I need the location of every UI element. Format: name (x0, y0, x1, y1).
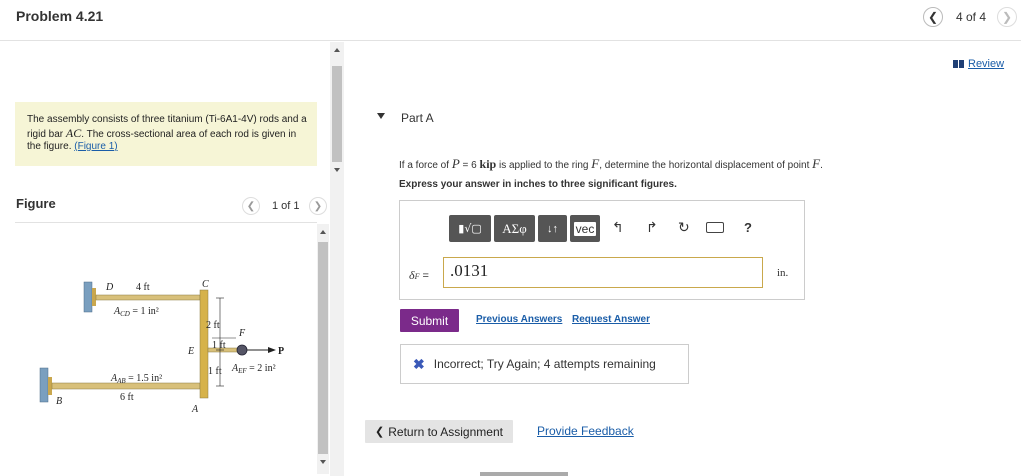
label-f: F (238, 328, 246, 339)
scroll-down-icon[interactable] (334, 168, 340, 172)
next-problem-button[interactable]: ❯ (997, 7, 1017, 27)
figure-counter: 1 of 1 (272, 200, 300, 212)
return-to-assignment-button[interactable]: ❮ Return to Assignment (365, 420, 513, 443)
label-4ft: 4 ft (136, 282, 150, 293)
problem-counter: 4 of 4 (956, 10, 987, 24)
figure-link[interactable]: (Figure 1) (74, 141, 117, 152)
bottom-scroll-indicator (480, 472, 568, 476)
rod-cd (95, 294, 201, 301)
label-1ft-a: 1 ft (212, 340, 226, 351)
chevron-right-icon: ❯ (313, 200, 323, 212)
label-1ft-b: 1 ft (208, 366, 222, 377)
feedback-message: ✖ Incorrect; Try Again; 4 attempts remai… (400, 344, 689, 384)
vector-button[interactable]: vec (570, 215, 600, 242)
bracket-d (92, 288, 96, 306)
ring-f (236, 344, 248, 356)
request-answer-link[interactable]: Request Answer (572, 314, 650, 325)
review-label: Review (968, 58, 1005, 70)
previous-answers-link[interactable]: Previous Answers (476, 314, 562, 325)
templates-button[interactable]: ▮√▢ (449, 215, 491, 242)
label-e: E (187, 346, 194, 357)
figure-scrollbar-thumb[interactable] (318, 242, 328, 454)
keyboard-icon[interactable] (706, 222, 724, 233)
label-aab: AAB = 1.5 in² (110, 373, 162, 385)
label-6ft: 6 ft (120, 392, 134, 403)
help-button[interactable]: ? (744, 220, 752, 235)
problem-description: The assembly consists of three titanium … (15, 102, 317, 166)
question-text: If a force of P = 6 kip is applied to th… (399, 156, 823, 171)
figure-prev-button[interactable]: ❮ (242, 197, 260, 215)
scroll-up-icon[interactable] (334, 48, 340, 52)
provide-feedback-link[interactable]: Provide Feedback (537, 424, 634, 438)
wall-d (83, 281, 93, 313)
bracket-b (48, 377, 52, 395)
figure-next-button[interactable]: ❯ (309, 197, 327, 215)
label-p: P (278, 346, 284, 357)
label-aef: AEF = 2 in² (231, 363, 276, 375)
chevron-left-icon: ❮ (927, 10, 939, 24)
symbols-button[interactable]: AΣφ (494, 215, 535, 242)
chevron-right-icon: ❯ (1001, 10, 1013, 24)
label-b: B (56, 396, 62, 407)
answer-variable-label: δF = (409, 268, 429, 282)
main-scrollbar-thumb[interactable] (332, 66, 342, 162)
reset-icon[interactable]: ↻ (678, 220, 690, 236)
chevron-left-icon: ❮ (246, 200, 256, 212)
bar-name: AC (65, 125, 82, 140)
label-c: C (202, 279, 209, 290)
force-arrowhead (268, 347, 276, 353)
scroll-down-icon[interactable] (320, 460, 326, 464)
wall-b (39, 367, 49, 403)
scroll-up-icon[interactable] (320, 230, 326, 234)
label-2ft: 2 ft (206, 320, 220, 331)
redo-icon[interactable]: ↱ (646, 220, 658, 236)
label-d: D (105, 282, 114, 293)
label-a: A (191, 404, 199, 415)
chevron-left-icon: ❮ (375, 426, 385, 438)
part-label: Part A (401, 111, 434, 125)
incorrect-x-icon: ✖ (413, 355, 425, 372)
problem-title: Problem 4.21 (16, 8, 104, 24)
feedback-text: Incorrect; Try Again; 4 attempts remaini… (433, 357, 656, 371)
prev-problem-button[interactable]: ❮ (923, 7, 943, 27)
figure-divider (15, 222, 317, 223)
header-divider (0, 40, 1021, 41)
book-icon (953, 60, 964, 68)
undo-icon[interactable]: ↰ (612, 220, 624, 236)
review-link[interactable]: Review (953, 58, 1004, 70)
collapse-triangle-icon[interactable] (377, 113, 385, 119)
answer-instruction: Express your answer in inches to three s… (399, 179, 677, 190)
assembly-figure: D 4 ft C ACD = 1 in² 2 ft E 1 ft F P 1 f… (39, 279, 284, 415)
figure-heading: Figure (16, 196, 56, 211)
answer-unit: in. (777, 267, 789, 279)
subscript-superscript-button[interactable]: ↓↑ (538, 215, 567, 242)
answer-input[interactable]: .0131 (443, 257, 763, 288)
submit-button[interactable]: Submit (400, 309, 459, 332)
rigid-bar-ac (199, 289, 209, 399)
label-acd: ACD = 1 in² (113, 306, 159, 318)
